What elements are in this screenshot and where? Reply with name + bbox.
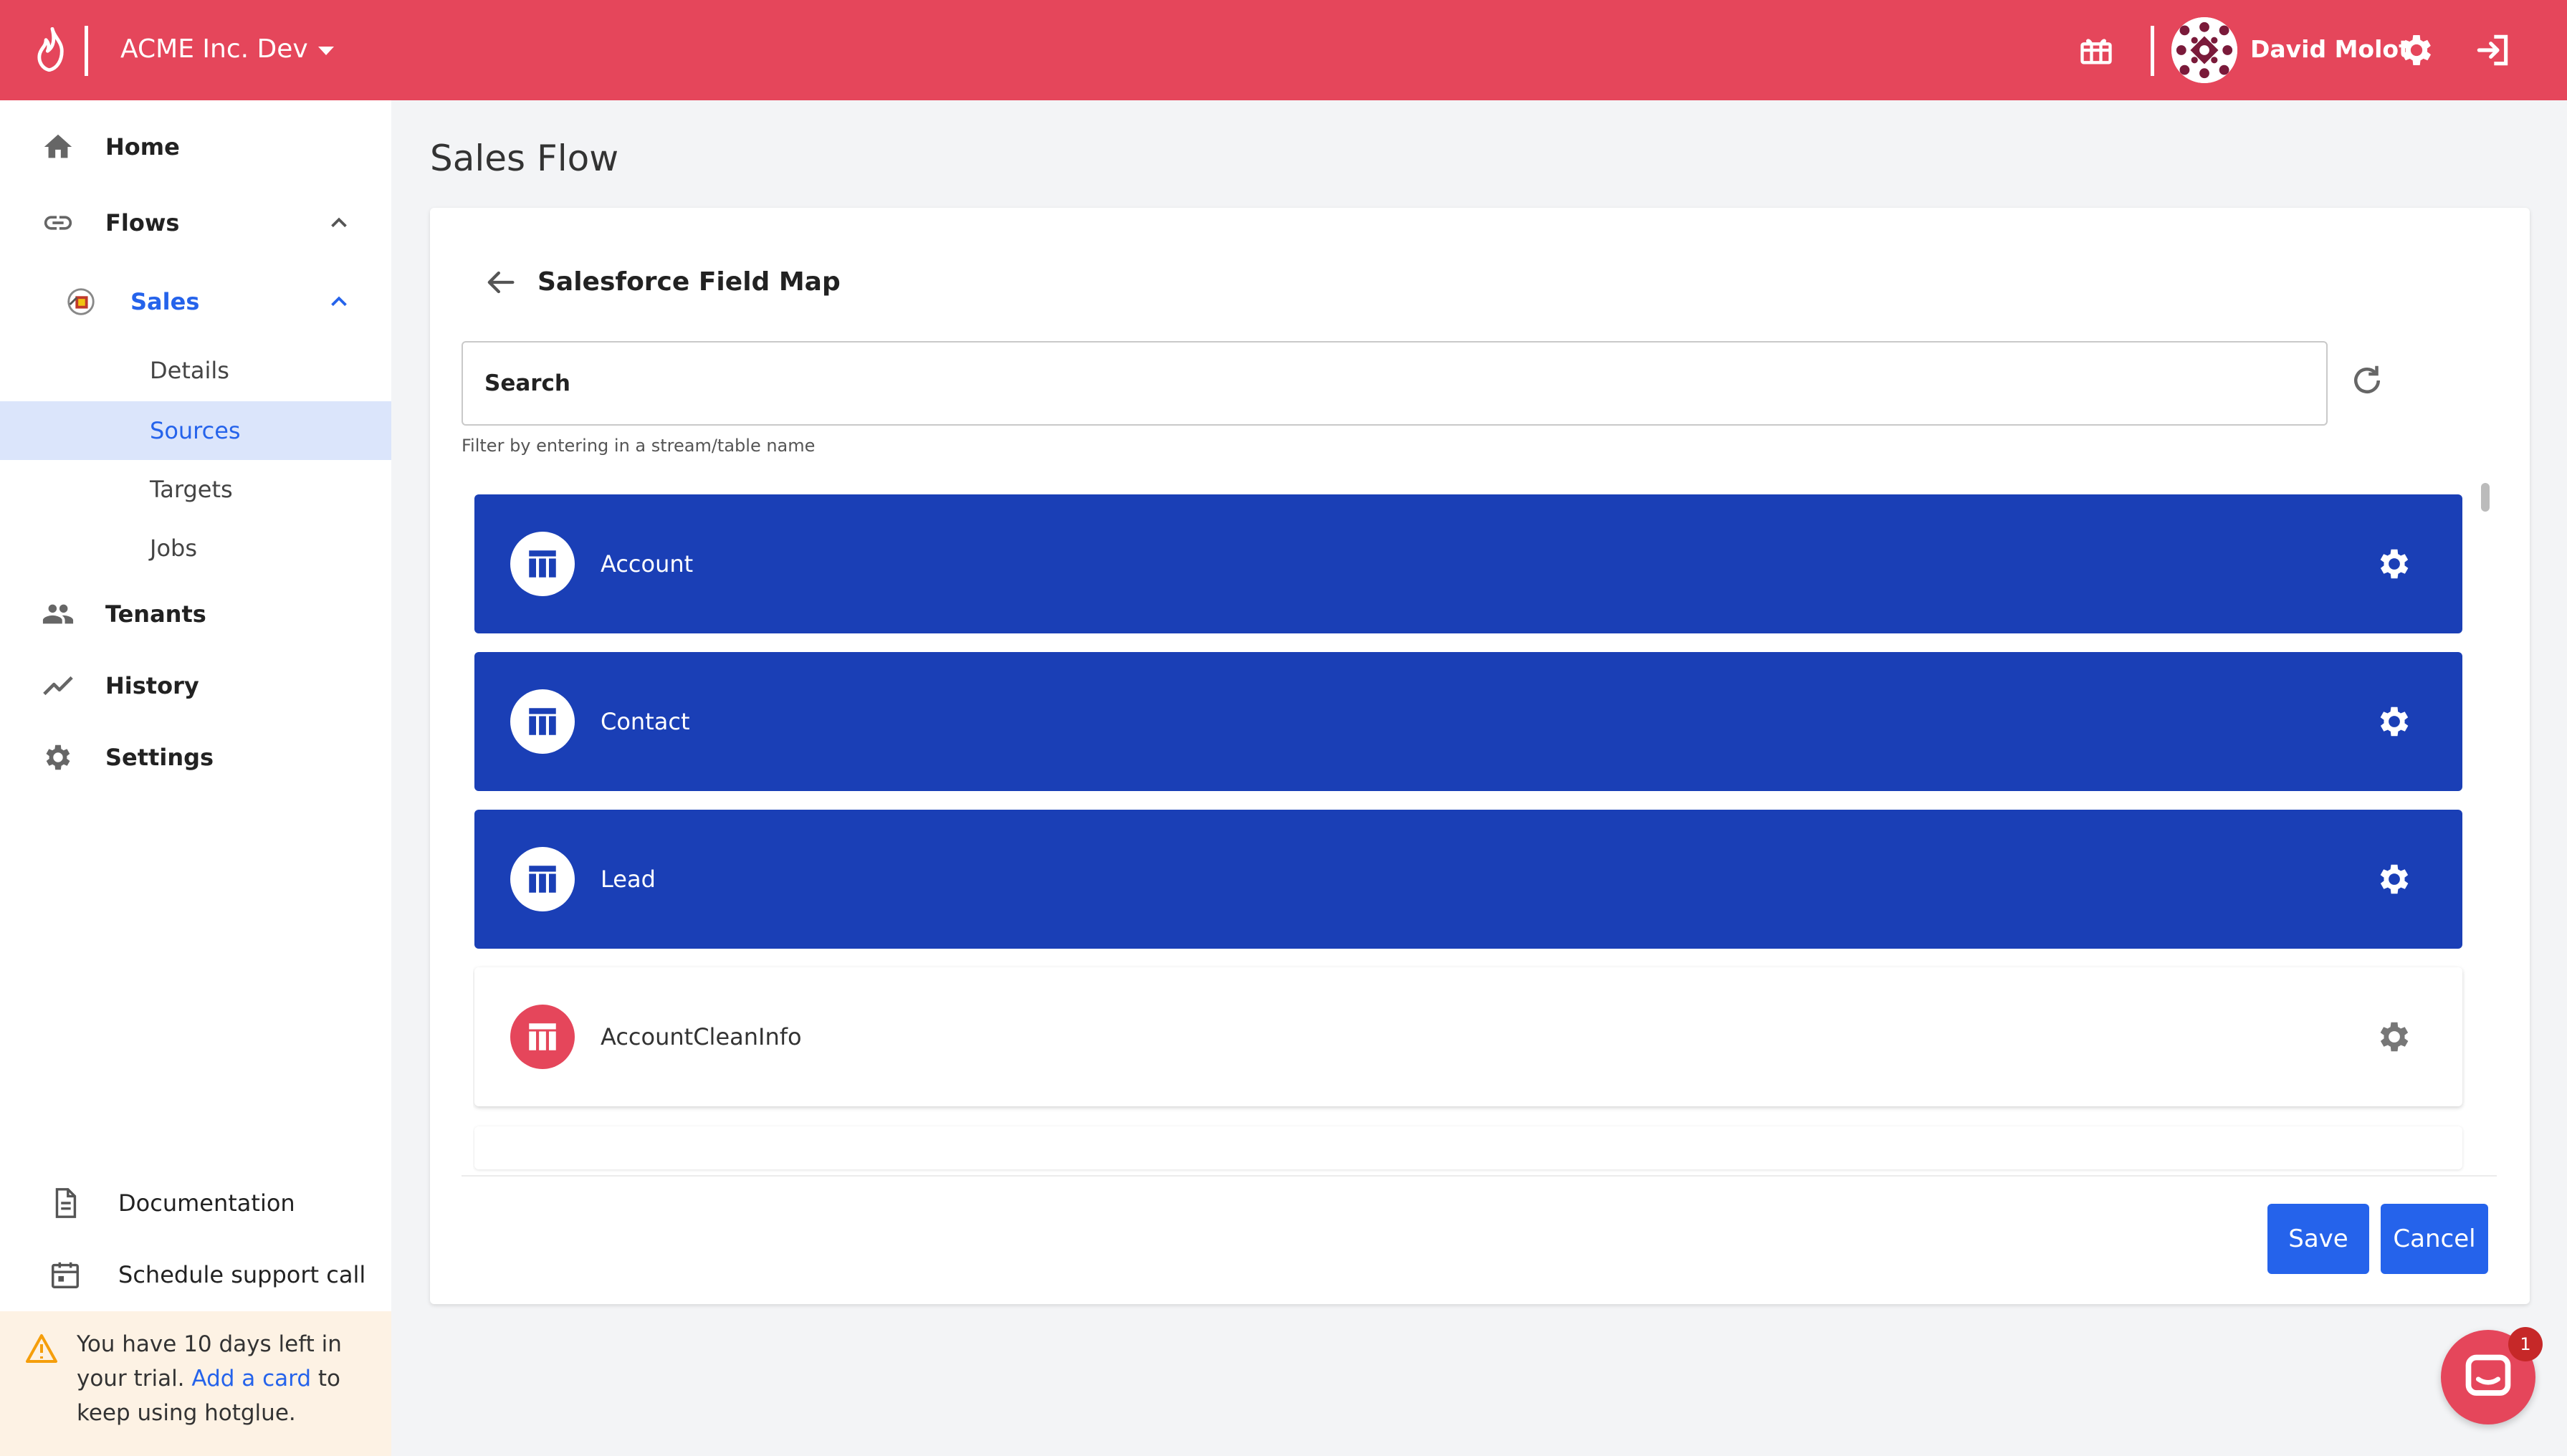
table-icon bbox=[510, 1005, 575, 1069]
stream-row-partial[interactable] bbox=[474, 1126, 2462, 1169]
sidebar-item-label: Targets bbox=[150, 476, 233, 503]
stream-row-contact[interactable]: Contact bbox=[474, 652, 2462, 791]
header-divider bbox=[2151, 26, 2154, 76]
sidebar-item-label: Tenants bbox=[105, 600, 206, 628]
scrollbar-thumb[interactable] bbox=[2481, 483, 2490, 512]
sidebar-item-sales[interactable]: Sales bbox=[0, 272, 391, 331]
sidebar-item-label: Documentation bbox=[118, 1189, 295, 1217]
chevron-up-icon[interactable] bbox=[325, 288, 353, 315]
sidebar-item-label: Home bbox=[105, 133, 180, 161]
sidebar-item-settings[interactable]: Settings bbox=[0, 728, 391, 787]
save-button[interactable]: Save bbox=[2267, 1204, 2369, 1274]
org-name: ACME Inc. Dev bbox=[120, 34, 308, 64]
notification-badge: 1 bbox=[2508, 1327, 2543, 1361]
trial-message: You have 10 days left in your trial. Add… bbox=[77, 1327, 378, 1430]
search-helper-text: Filter by entering in a stream/table nam… bbox=[462, 436, 816, 456]
sidebar-item-flows[interactable]: Flows bbox=[0, 193, 391, 252]
user-name[interactable]: David Molot bbox=[2250, 32, 2410, 67]
add-card-link[interactable]: Add a card bbox=[191, 1366, 311, 1392]
document-icon bbox=[55, 1188, 77, 1218]
table-icon bbox=[510, 532, 575, 596]
sidebar-item-label: Details bbox=[150, 357, 229, 384]
org-selector[interactable]: ACME Inc. Dev bbox=[120, 32, 334, 67]
header-divider bbox=[85, 26, 88, 76]
sidebar-item-home[interactable]: Home bbox=[0, 118, 391, 176]
field-map-card: Salesforce Field Map Filter by entering … bbox=[430, 208, 2530, 1304]
refresh-icon[interactable] bbox=[2348, 361, 2386, 400]
gear-icon[interactable] bbox=[2375, 545, 2414, 583]
sidebar-item-label: History bbox=[105, 672, 199, 699]
card-divider bbox=[462, 1175, 2497, 1177]
sidebar-item-history[interactable]: History bbox=[0, 656, 391, 715]
trial-banner: You have 10 days left in your trial. Add… bbox=[0, 1311, 391, 1456]
chevron-down-icon bbox=[317, 47, 334, 55]
chevron-up-icon[interactable] bbox=[325, 209, 353, 236]
flame-logo-icon[interactable] bbox=[33, 27, 72, 72]
sidebar-item-label: Jobs bbox=[150, 535, 197, 562]
calendar-icon bbox=[52, 1262, 79, 1288]
gear-icon[interactable] bbox=[2375, 702, 2414, 741]
sidebar-item-label: Flows bbox=[105, 209, 180, 236]
page-title: Sales Flow bbox=[430, 138, 619, 179]
cancel-button[interactable]: Cancel bbox=[2381, 1204, 2488, 1274]
logout-icon[interactable] bbox=[2472, 30, 2513, 70]
stream-name: Contact bbox=[601, 708, 690, 735]
avatar[interactable] bbox=[2171, 17, 2237, 83]
stream-name: Account bbox=[601, 550, 694, 578]
gear-icon[interactable] bbox=[2396, 30, 2437, 70]
search-input[interactable] bbox=[462, 341, 2328, 426]
sidebar-item-label: Schedule support call bbox=[118, 1261, 366, 1288]
stream-name: AccountCleanInfo bbox=[601, 1023, 802, 1050]
schedule-support-call-link[interactable]: Schedule support call bbox=[0, 1245, 391, 1304]
sidebar-item-label: Settings bbox=[105, 744, 214, 771]
sales-flow-icon bbox=[67, 288, 95, 315]
gear-icon[interactable] bbox=[2375, 860, 2414, 899]
table-icon bbox=[510, 689, 575, 754]
link-icon bbox=[44, 216, 72, 230]
sidebar-subitem-details[interactable]: Details bbox=[0, 341, 391, 400]
stream-row-lead[interactable]: Lead bbox=[474, 810, 2462, 949]
stream-list: Account Contact Lead AccountCleanInfo bbox=[473, 494, 2465, 1356]
stream-row-account[interactable]: Account bbox=[474, 494, 2462, 633]
trend-icon bbox=[43, 676, 73, 696]
card-title: Salesforce Field Map bbox=[537, 267, 841, 297]
sidebar-item-label: Sales bbox=[130, 288, 200, 315]
arrow-left-icon[interactable] bbox=[482, 264, 519, 301]
top-bar: ACME Inc. Dev David Molot bbox=[0, 0, 2567, 100]
table-icon bbox=[510, 847, 575, 911]
scrollbar[interactable] bbox=[2480, 483, 2491, 1149]
gear-icon[interactable] bbox=[2375, 1017, 2414, 1056]
warning-icon bbox=[26, 1334, 57, 1363]
sidebar-subitem-jobs[interactable]: Jobs bbox=[0, 519, 391, 578]
sidebar-item-tenants[interactable]: Tenants bbox=[0, 585, 391, 643]
sidebar-subitem-sources[interactable]: Sources bbox=[0, 401, 391, 460]
stream-row-accountcleaninfo[interactable]: AccountCleanInfo bbox=[474, 967, 2462, 1106]
gift-icon[interactable] bbox=[2078, 32, 2115, 69]
people-icon bbox=[42, 604, 74, 624]
home-icon bbox=[44, 134, 72, 158]
documentation-link[interactable]: Documentation bbox=[0, 1174, 391, 1232]
sidebar-subitem-targets[interactable]: Targets bbox=[0, 460, 391, 519]
gear-icon bbox=[46, 744, 70, 770]
sidebar: Home Flows Sales Details Sources Targets… bbox=[0, 100, 391, 1456]
stream-name: Lead bbox=[601, 866, 656, 893]
sidebar-item-label: Sources bbox=[150, 417, 241, 444]
